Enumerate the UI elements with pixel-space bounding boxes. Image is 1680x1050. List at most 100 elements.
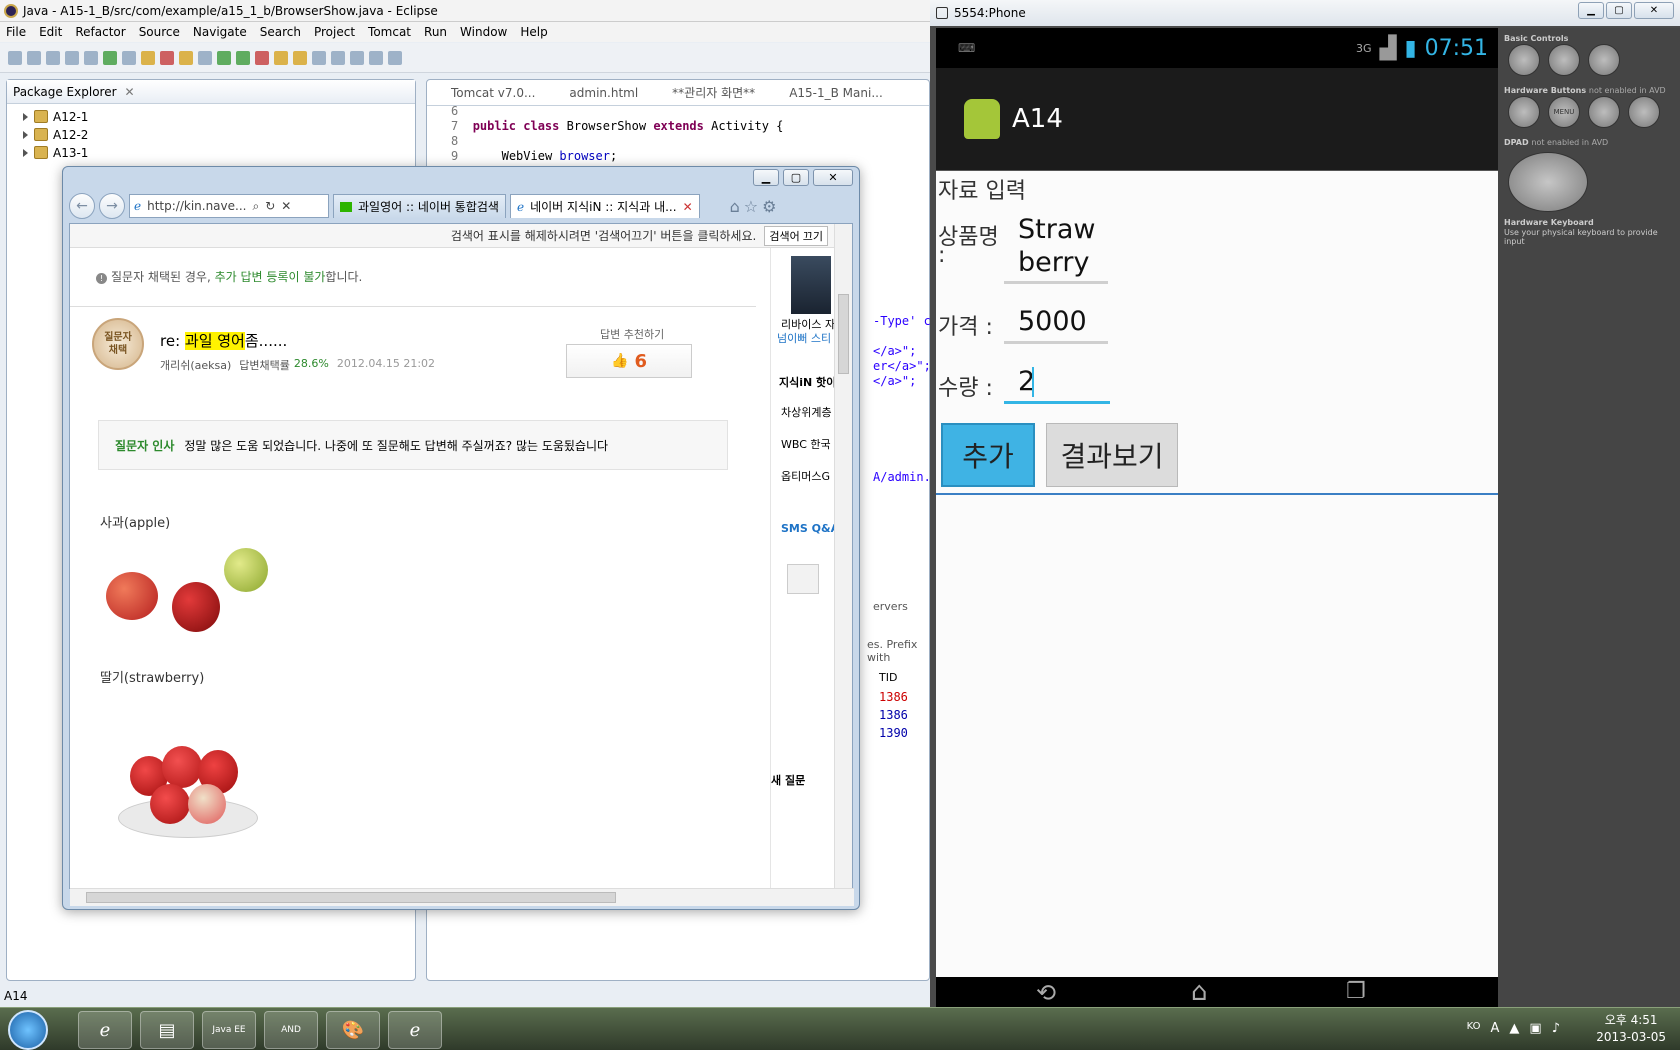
back-button[interactable]: ← bbox=[69, 193, 95, 219]
save-all-icon[interactable] bbox=[46, 50, 60, 65]
forward-icon[interactable] bbox=[388, 50, 402, 65]
expand-icon[interactable] bbox=[23, 112, 28, 121]
tomcat-stop-icon[interactable] bbox=[160, 50, 174, 65]
menu-tomcat[interactable]: Tomcat bbox=[368, 25, 411, 39]
close-tab-icon[interactable]: ✕ bbox=[683, 200, 693, 214]
favorites-star-icon[interactable]: ☆ bbox=[744, 197, 758, 216]
ad-image[interactable] bbox=[791, 256, 831, 314]
side-list-item[interactable]: 차상위계층 bbox=[781, 404, 832, 420]
add-button[interactable]: 추가 bbox=[941, 423, 1035, 487]
print-icon[interactable] bbox=[65, 50, 79, 65]
minimize-button[interactable]: ▁ bbox=[1578, 2, 1604, 19]
eclipse-taskbar-icon[interactable]: Java EE bbox=[202, 1011, 256, 1049]
home-nav-icon[interactable]: ⌂ bbox=[1191, 977, 1208, 1007]
new-icon[interactable] bbox=[8, 50, 22, 65]
stop-icon[interactable]: ✕ bbox=[281, 199, 291, 213]
expand-icon[interactable] bbox=[23, 130, 28, 139]
refresh-icon[interactable]: ↻ bbox=[265, 199, 275, 213]
search-hw-icon[interactable] bbox=[1628, 96, 1660, 128]
save-icon[interactable] bbox=[27, 50, 41, 65]
tab-admin-html[interactable]: admin.html bbox=[569, 86, 638, 100]
annotation-icon[interactable] bbox=[331, 50, 345, 65]
settings-gear-icon[interactable]: ⚙ bbox=[762, 197, 776, 216]
author-name[interactable]: 개리쉬(aeksa) bbox=[160, 357, 231, 373]
side-list-item[interactable]: WBC 한국 bbox=[781, 436, 831, 452]
scroll-thumb[interactable] bbox=[838, 294, 849, 374]
package-explorer-title[interactable]: Package Explorer bbox=[13, 85, 117, 99]
volume-down-icon[interactable] bbox=[1508, 44, 1540, 76]
menu-hw-button[interactable]: MENU bbox=[1548, 96, 1580, 128]
side-list-item[interactable]: 옵티머스G bbox=[781, 468, 830, 484]
address-bar[interactable]: ℯ http://kin.nave... ⌕ ↻ ✕ bbox=[129, 194, 329, 218]
expand-icon[interactable] bbox=[23, 148, 28, 157]
tab-kin[interactable]: ℯ 네이버 지식iN :: 지식과 내... ✕ bbox=[509, 194, 700, 218]
scroll-thumb[interactable] bbox=[86, 892, 616, 903]
result-button[interactable]: 결과보기 bbox=[1046, 423, 1178, 487]
home-icon[interactable]: ⌂ bbox=[730, 197, 740, 216]
refresh-icon[interactable] bbox=[122, 50, 136, 65]
close-button[interactable]: ✕ bbox=[1634, 2, 1674, 19]
next-annotation-icon[interactable] bbox=[350, 50, 364, 65]
dpad-control[interactable] bbox=[1508, 152, 1588, 212]
power-icon[interactable] bbox=[1588, 44, 1620, 76]
volume-icon[interactable]: ♪ bbox=[1552, 1021, 1560, 1036]
ad-link[interactable]: 넘이뻐 스티 bbox=[777, 330, 831, 346]
android-taskbar-icon[interactable]: AND bbox=[264, 1011, 318, 1049]
tab-tomcat[interactable]: Tomcat v7.0... bbox=[451, 86, 535, 100]
search-icon[interactable] bbox=[312, 50, 326, 65]
run-icon[interactable] bbox=[236, 50, 250, 65]
skip-icon[interactable] bbox=[198, 50, 212, 65]
check-icon[interactable] bbox=[103, 50, 117, 65]
paint-taskbar-icon[interactable]: 🎨 bbox=[326, 1011, 380, 1049]
back-icon[interactable] bbox=[369, 50, 383, 65]
menu-project[interactable]: Project bbox=[314, 25, 355, 39]
language-indicator[interactable]: KO bbox=[1467, 1021, 1481, 1036]
start-button[interactable] bbox=[8, 1010, 48, 1050]
tree-item[interactable]: A13-1 bbox=[23, 144, 88, 161]
menu-edit[interactable]: Edit bbox=[39, 25, 62, 39]
explorer-taskbar-icon[interactable]: ▤ bbox=[140, 1011, 194, 1049]
menu-refactor[interactable]: Refactor bbox=[75, 25, 125, 39]
horizontal-scrollbar[interactable] bbox=[70, 888, 854, 906]
maximize-button[interactable]: ▢ bbox=[1606, 2, 1632, 19]
server-icon[interactable] bbox=[84, 50, 98, 65]
taskbar-clock[interactable]: 오후 4:51 2013-03-05 bbox=[1596, 1012, 1666, 1046]
ie-taskbar-icon[interactable]: ℯ bbox=[78, 1011, 132, 1049]
tree-item[interactable]: A12-1 bbox=[23, 108, 88, 125]
tree-item[interactable]: A12-2 bbox=[23, 126, 88, 143]
menu-run[interactable]: Run bbox=[424, 25, 447, 39]
recommend-button[interactable]: 👍 6 bbox=[566, 344, 692, 378]
debug-icon[interactable] bbox=[217, 50, 231, 65]
close-button[interactable]: ✕ bbox=[813, 169, 853, 186]
external-tools-icon[interactable] bbox=[255, 50, 269, 65]
volume-up-icon[interactable] bbox=[1548, 44, 1580, 76]
price-input[interactable]: 5000 bbox=[1018, 305, 1087, 338]
back-nav-icon[interactable]: ⟲ bbox=[1036, 979, 1056, 1007]
ie-taskbar-icon-2[interactable]: ℯ bbox=[388, 1011, 442, 1049]
menu-window[interactable]: Window bbox=[460, 25, 507, 39]
menu-navigate[interactable]: Navigate bbox=[193, 25, 247, 39]
notice-link[interactable]: 추가 답변 등록이 불가 bbox=[215, 270, 326, 284]
show-hidden-icons-icon[interactable]: ▲ bbox=[1509, 1021, 1519, 1036]
ime-icon[interactable]: A bbox=[1491, 1021, 1500, 1036]
menu-help[interactable]: Help bbox=[520, 25, 547, 39]
menu-source[interactable]: Source bbox=[139, 25, 180, 39]
search-off-button[interactable]: 검색어 끄기 bbox=[764, 225, 828, 246]
network-icon[interactable]: ▣ bbox=[1529, 1021, 1541, 1036]
vertical-scrollbar[interactable] bbox=[834, 224, 852, 890]
recents-nav-icon[interactable]: ❐ bbox=[1346, 979, 1366, 1004]
close-icon[interactable]: ✕ bbox=[125, 85, 135, 99]
back-hw-icon[interactable] bbox=[1588, 96, 1620, 128]
tomcat-restart-icon[interactable] bbox=[179, 50, 193, 65]
menu-search[interactable]: Search bbox=[260, 25, 301, 39]
search-icon[interactable]: ⌕ bbox=[252, 199, 259, 214]
forward-button[interactable]: → bbox=[99, 193, 125, 219]
tab-search[interactable]: 과일영어 :: 네이버 통합검색 bbox=[333, 194, 506, 218]
tab-manifest[interactable]: A15-1_B Mani... bbox=[789, 86, 883, 100]
open-folder-icon[interactable] bbox=[274, 50, 288, 65]
menu-file[interactable]: File bbox=[6, 25, 26, 39]
tomcat-start-icon[interactable] bbox=[141, 50, 155, 65]
minimize-button[interactable]: ▁ bbox=[753, 169, 779, 186]
home-hw-icon[interactable] bbox=[1508, 96, 1540, 128]
maximize-button[interactable]: ▢ bbox=[783, 169, 809, 186]
